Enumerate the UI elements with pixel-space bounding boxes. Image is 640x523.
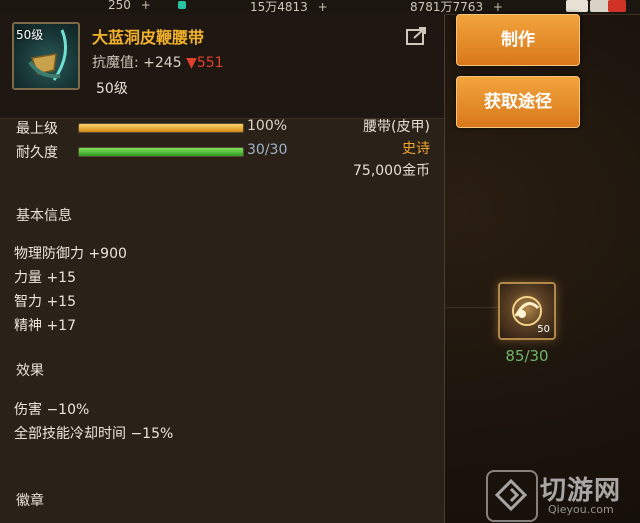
- item-price: 75,000金币: [353, 163, 430, 179]
- basic-info-title: 基本信息: [16, 208, 72, 224]
- attr-physical-defense: 物理防御力 +900: [14, 246, 127, 262]
- material-count: 85/30: [505, 347, 549, 365]
- upgrade-bar: [78, 123, 244, 133]
- resistance-stat: 抗魔值: +245 ▼551: [92, 52, 224, 72]
- effect-damage: 伤害 −10%: [14, 402, 90, 418]
- item-icon-level: 50级: [16, 28, 44, 42]
- effect-cooldown: 全部技能冷却时间 −15%: [14, 426, 174, 442]
- gift-icon[interactable]: [566, 0, 588, 12]
- durability-bar-fill: [79, 148, 243, 156]
- item-rarity: 史诗: [402, 141, 430, 157]
- stat-label: 抗魔值:: [92, 55, 139, 71]
- currency-bar: 250 + 15万4813 + 8781万7763 +: [0, 0, 640, 15]
- gem-icon: [178, 0, 190, 12]
- currency-3-add-button[interactable]: +: [493, 0, 503, 14]
- watermark-url: Qieyou.com: [548, 503, 614, 516]
- durability-value: 30/30: [247, 142, 288, 158]
- item-name: 大蓝洞皮鞭腰带: [92, 28, 205, 47]
- attr-strength: 力量 +15: [14, 270, 76, 286]
- item-header: 50级 大蓝洞皮鞭腰带 抗魔值: +245 ▼551 50级: [0, 14, 444, 119]
- watermark-logo-icon: [486, 470, 538, 522]
- item-icon: 50级: [12, 22, 80, 90]
- attr-spirit: 精神 +17: [14, 318, 76, 334]
- make-button[interactable]: 制作: [456, 14, 580, 66]
- item-type: 腰带(皮甲): [363, 119, 430, 135]
- material-slot[interactable]: 50: [498, 282, 556, 340]
- durability-label: 耐久度: [16, 145, 58, 161]
- mail-badge: [608, 0, 626, 12]
- currency-1: 250 +: [108, 0, 151, 12]
- emblem-title: 徽章: [16, 493, 44, 509]
- effect-title: 效果: [16, 363, 44, 379]
- watermark-text: 切游网: [540, 476, 622, 506]
- item-tooltip-panel: 50级 大蓝洞皮鞭腰带 抗魔值: +245 ▼551 50级 最上级 100% …: [0, 14, 445, 523]
- share-icon[interactable]: [406, 26, 428, 46]
- source-button[interactable]: 获取途径: [456, 76, 580, 128]
- stat-value: +245: [143, 55, 182, 71]
- attr-intelligence: 智力 +15: [14, 294, 76, 310]
- currency-2-add-button[interactable]: +: [318, 0, 328, 14]
- durability-bar: [78, 147, 244, 157]
- currency-1-value: 250: [108, 0, 131, 12]
- upgrade-value: 100%: [247, 118, 288, 134]
- currency-2: 15万4813 +: [250, 0, 328, 15]
- currency-3: 8781万7763 +: [410, 0, 503, 15]
- upgrade-label: 最上级: [16, 121, 58, 137]
- currency-3-value: 8781万7763: [410, 0, 484, 14]
- currency-1-add-button[interactable]: +: [141, 0, 151, 12]
- required-level: 50级: [96, 81, 128, 97]
- stat-compare: ▼551: [186, 55, 224, 71]
- upgrade-bar-fill: [79, 124, 243, 132]
- material-slot-level: 50: [537, 324, 550, 335]
- currency-2-value: 15万4813: [250, 0, 308, 14]
